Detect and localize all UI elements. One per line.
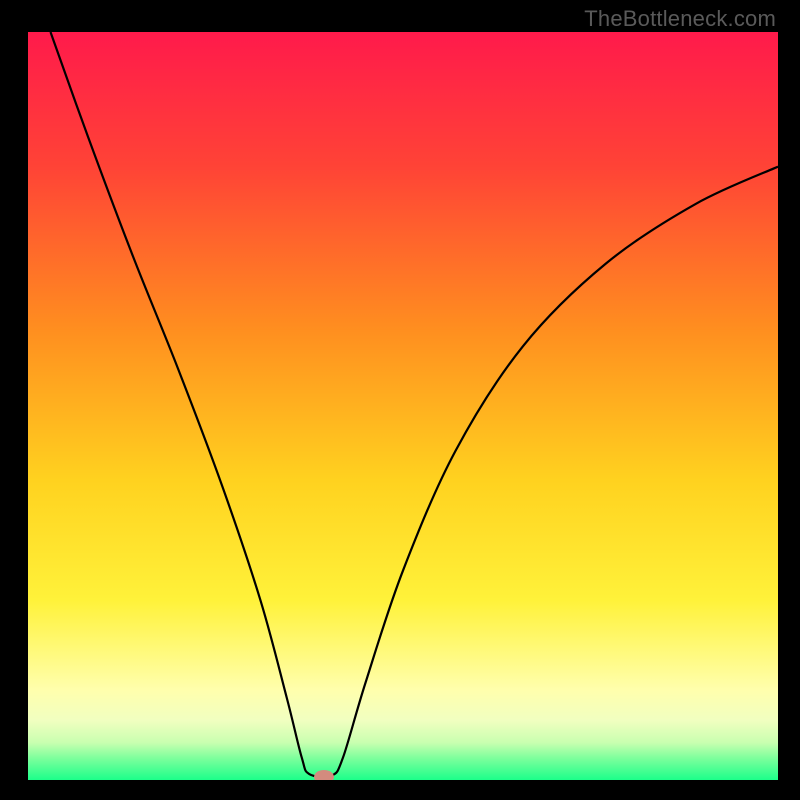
chart-root: TheBottleneck.com [0, 0, 800, 800]
bottleneck-curve [28, 32, 778, 780]
plot-area [28, 32, 778, 780]
optimal-point-marker [314, 770, 334, 780]
watermark-text: TheBottleneck.com [584, 6, 776, 32]
